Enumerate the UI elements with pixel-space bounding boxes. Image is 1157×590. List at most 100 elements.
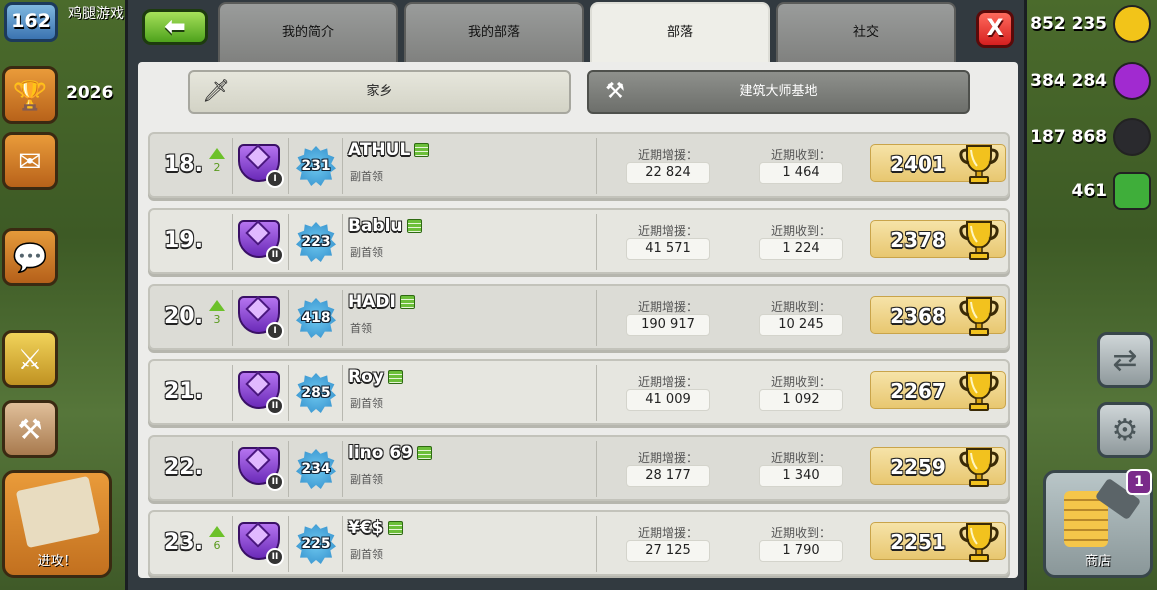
donated-label: 近期增援： [637, 300, 698, 314]
member-name-wrap: ATHUL [348, 140, 430, 160]
league-badge-icon: I [236, 142, 284, 188]
divider [232, 441, 233, 497]
shop-button[interactable]: 1 商店 [1043, 469, 1153, 578]
member-row[interactable]: 19. II 223 Bablu 副首领 近期增援： 41 571 近期收到： … [148, 208, 1010, 274]
member-name-wrap: lino 69 [348, 443, 433, 463]
rank-change: 6 [208, 526, 226, 552]
divider [288, 214, 289, 270]
tab-my-clan[interactable]: 我的部落 [404, 2, 584, 62]
tab-clans[interactable]: 部落 [590, 2, 770, 64]
league-tier: I [266, 322, 284, 340]
name-card-icon [414, 143, 430, 157]
member-rank: 23. [164, 530, 203, 555]
elixir-resource: 384 284 [1030, 62, 1151, 100]
league-badge-icon: II [236, 445, 284, 491]
attack-button[interactable]: 进攻！ [2, 470, 112, 578]
map-icon [15, 475, 101, 549]
member-rank: 22. [164, 455, 203, 480]
chat-icon: 💬 [12, 240, 48, 274]
member-row[interactable]: 18. 2 I 231 ATHUL 副首领 近期增援： 22 824 近期收到：… [148, 132, 1010, 198]
member-trophies: 2401 [890, 152, 946, 176]
trophy-icon: 🏆 [12, 78, 48, 112]
league-badge-icon: II [236, 369, 284, 415]
builder-base-tab[interactable]: ⚒ 建筑大师基地 [587, 70, 970, 114]
league-tier: I [266, 170, 284, 188]
league-badge-icon: II [236, 218, 284, 264]
member-rank: 20. [164, 304, 203, 329]
divider [288, 138, 289, 194]
member-name-wrap: ¥€$ [348, 518, 403, 538]
trophy-box: 2368 [870, 296, 1006, 336]
received-value: 1 092 [759, 389, 843, 411]
member-role: 首领 [350, 322, 372, 335]
member-name: Roy [348, 367, 384, 387]
donated-label: 近期增援： [637, 526, 698, 540]
chat-button[interactable]: 💬 [2, 228, 58, 286]
donated-label: 近期增援： [637, 375, 698, 389]
donated-value: 41 009 [626, 389, 710, 411]
received-value: 1 224 [759, 238, 843, 260]
shop-label: 商店 [1084, 554, 1111, 569]
donated-value: 22 824 [626, 162, 710, 184]
received-value: 10 245 [759, 314, 843, 336]
tab-social[interactable]: 社交 [776, 2, 956, 62]
member-trophies: 2259 [890, 455, 946, 479]
member-row[interactable]: 22. II 234 lino 69 副首领 近期增援： 28 177 近期收到… [148, 435, 1010, 501]
settings-button[interactable]: ⚙ [1097, 402, 1153, 458]
member-row[interactable]: 20. 3 I 418 HADI 首领 近期增援： 190 917 近期收到： … [148, 284, 1010, 350]
crossed-swords-icon: ⚔ [17, 342, 43, 376]
divider [342, 290, 343, 346]
layout-button[interactable]: ⇄ [1097, 332, 1153, 388]
divider [596, 214, 597, 270]
layout-icon: ⇄ [1112, 342, 1138, 378]
player-name: 鸡腿游戏 [68, 6, 124, 22]
member-name: lino 69 [348, 443, 414, 463]
divider [342, 214, 343, 270]
back-button[interactable]: ⬅ [142, 9, 208, 45]
received-label: 近期收到： [770, 451, 831, 465]
divider [288, 365, 289, 421]
member-name: ¥€$ [348, 518, 384, 538]
divider [232, 290, 233, 346]
member-name-wrap: HADI [348, 292, 415, 312]
received-value: 1 790 [759, 540, 843, 562]
home-village-tab[interactable]: 🗡 家乡 [188, 70, 571, 114]
gold-resource: 852 235 [1030, 5, 1151, 43]
exp-level-badge: 231 [296, 146, 336, 186]
close-button[interactable]: X [976, 10, 1014, 48]
rank-change-value: 3 [213, 313, 221, 326]
attack-label: 进攻！ [37, 554, 77, 569]
army-button[interactable]: ⚒ [2, 400, 58, 458]
gold-value: 852 235 [1030, 14, 1107, 34]
exp-level-badge: 285 [296, 373, 336, 413]
divider [232, 516, 233, 572]
trophy-box: 2251 [870, 522, 1006, 562]
league-tier: II [266, 397, 284, 415]
trophy-icon [959, 221, 999, 260]
member-name: ATHUL [348, 140, 411, 160]
clan-war-button[interactable]: ⚔ [2, 330, 58, 388]
member-role: 副首领 [350, 397, 383, 410]
trophy-box: 2259 [870, 447, 1006, 487]
dark-elixir-icon [1113, 118, 1151, 156]
trophy-icon [959, 372, 999, 411]
tab-my-profile[interactable]: 我的简介 [218, 2, 398, 62]
exp-level-badge: 418 [296, 298, 336, 338]
member-row[interactable]: 21. II 285 Roy 副首领 近期增援： 41 009 近期收到： 1 … [148, 359, 1010, 425]
divider [342, 138, 343, 194]
member-role: 副首领 [350, 246, 383, 259]
mail-button[interactable]: ✉ [2, 132, 58, 190]
name-card-icon [406, 219, 422, 233]
player-level-badge[interactable]: 162 [4, 2, 58, 42]
league-badge-icon: I [236, 294, 284, 340]
back-arrow-icon: ⬅ [164, 12, 186, 42]
league-tier: II [266, 548, 284, 566]
elixir-icon [1113, 62, 1151, 100]
trophy-button[interactable]: 🏆 [2, 66, 58, 124]
trophy-box: 2401 [870, 144, 1006, 184]
divider [596, 290, 597, 346]
rank-up-arrow-icon [209, 148, 225, 159]
donated-value: 27 125 [626, 540, 710, 562]
member-row[interactable]: 23. 6 II 225 ¥€$ 副首领 近期增援： 27 125 近期收到： … [148, 510, 1010, 576]
received-label: 近期收到： [770, 375, 831, 389]
